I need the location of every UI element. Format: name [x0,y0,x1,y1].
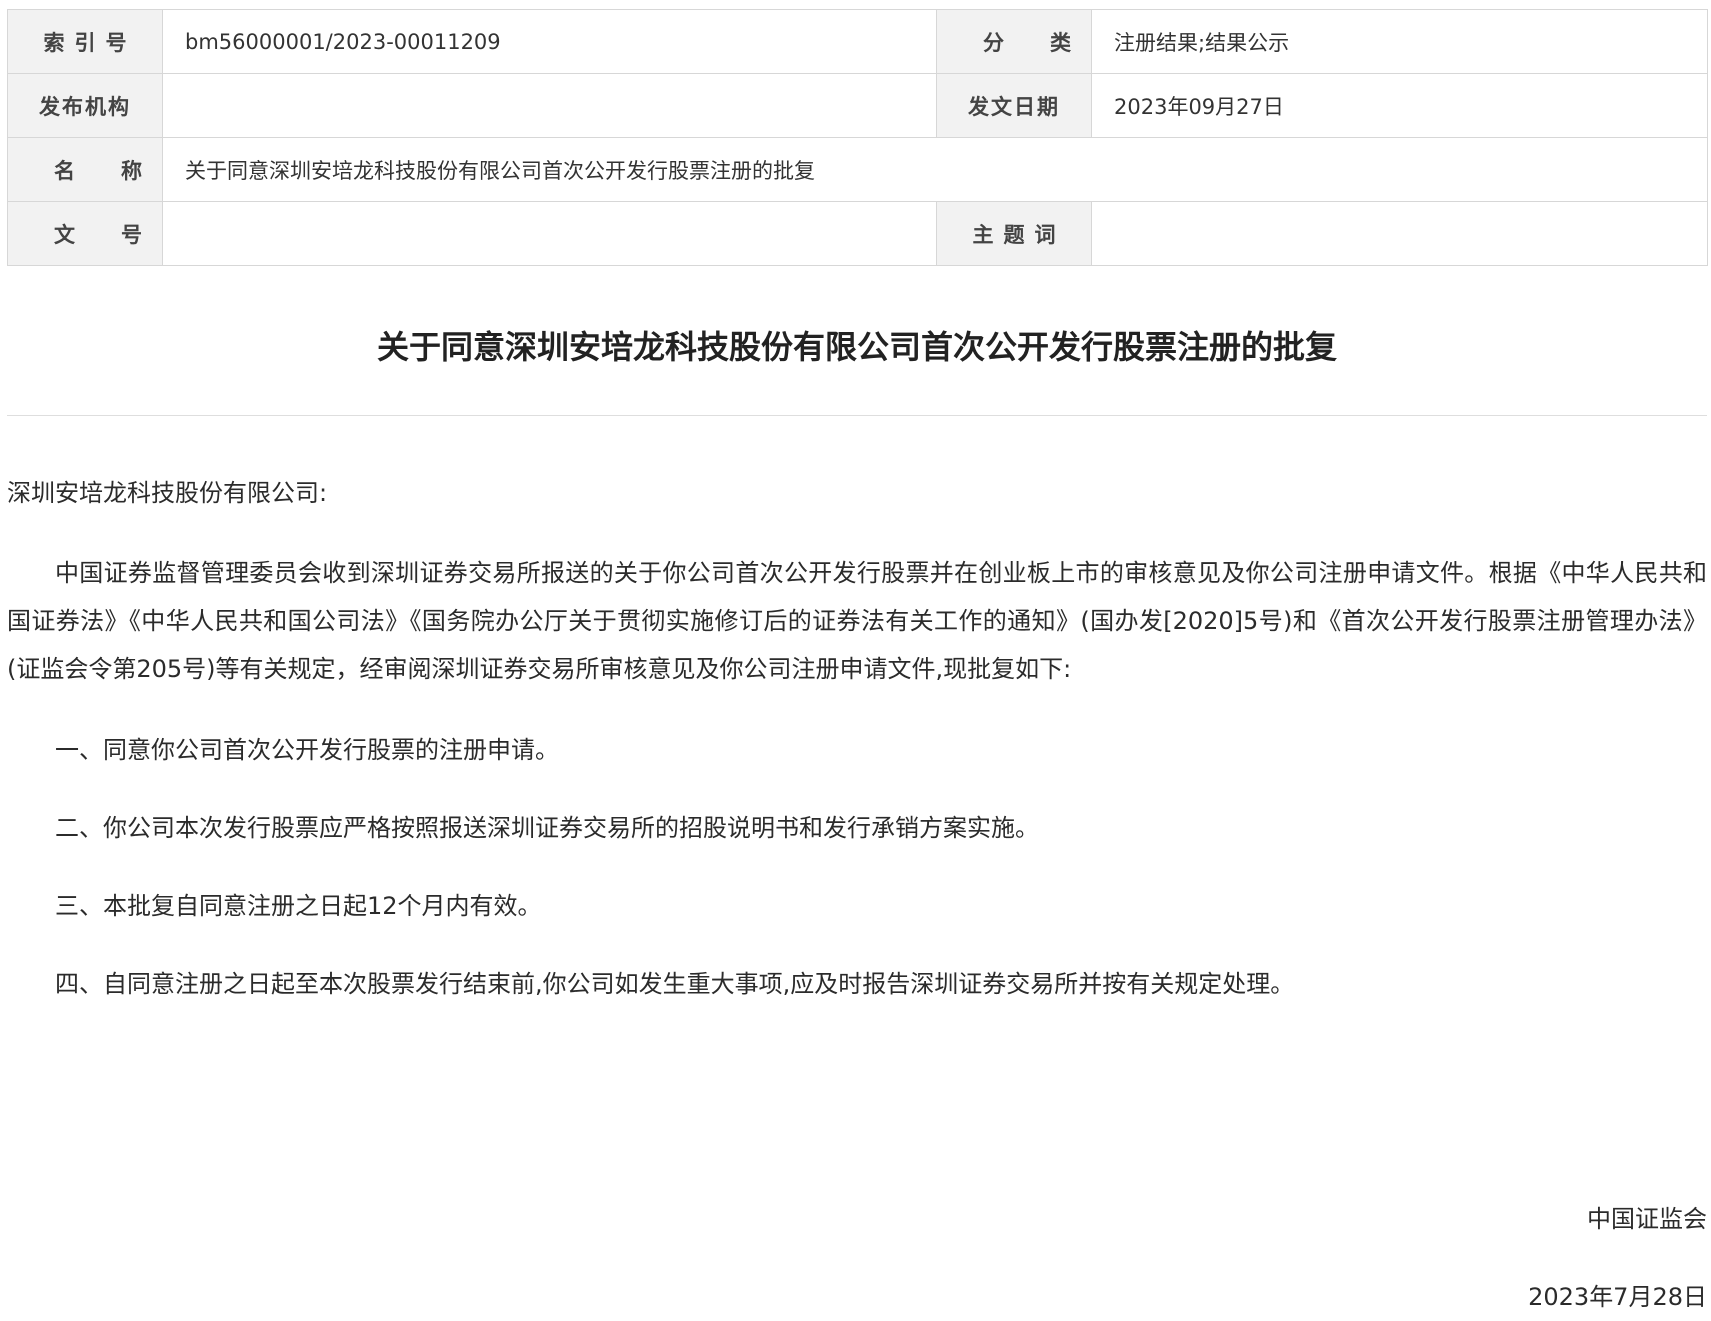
date-value: 2023年09月27日 [1091,73,1708,138]
index-label: 索引号 [7,9,163,74]
meta-row-index: 索引号 bm56000001/2023-00011209 分类 注册结果;结果公… [7,9,1708,74]
publisher-value [162,73,937,138]
list-item-2: 二、你公司本次发行股票应严格按照报送深圳证券交易所的招股说明书和发行承销方案实施… [55,814,1039,842]
document-title: 关于同意深圳安培龙科技股份有限公司首次公开发行股票注册的批复 [376,328,1337,366]
title-divider [7,415,1707,416]
meta-row-name: 名称 关于同意深圳安培龙科技股份有限公司首次公开发行股票注册的批复 [7,137,1708,202]
main-paragraph: 中国证券监督管理委员会收到深圳证券交易所报送的关于你公司首次公开发行股票并在创业… [7,559,1707,683]
list-item-3: 三、本批复自同意注册之日起12个月内有效。 [55,892,542,920]
category-label: 分类 [936,9,1092,74]
docno-value [162,201,937,266]
keyword-value [1091,201,1708,266]
keyword-label: 主题词 [936,201,1092,266]
index-value: bm56000001/2023-00011209 [162,9,937,74]
meta-row-publisher: 发布机构 发文日期 2023年09月27日 [7,73,1708,138]
document-meta-table: 索引号 bm56000001/2023-00011209 分类 注册结果;结果公… [7,9,1708,266]
category-value: 注册结果;结果公示 [1091,9,1708,74]
signature: 中国证监会 [1587,1205,1707,1233]
name-label: 名称 [7,137,163,202]
sign-date: 2023年7月28日 [1528,1283,1707,1311]
salutation: 深圳安培龙科技股份有限公司: [7,479,328,507]
list-item-4: 四、自同意注册之日起至本次股票发行结束前,你公司如发生重大事项,应及时报告深圳证… [55,970,1295,998]
date-label: 发文日期 [936,73,1092,138]
meta-row-docno: 文号 主题词 [7,201,1708,266]
document-page: 索引号 bm56000001/2023-00011209 分类 注册结果;结果公… [7,9,1708,1311]
name-value: 关于同意深圳安培龙科技股份有限公司首次公开发行股票注册的批复 [162,137,1708,202]
publisher-label: 发布机构 [7,73,163,138]
list-item-1: 一、同意你公司首次公开发行股票的注册申请。 [55,736,559,764]
docno-label: 文号 [7,201,163,266]
